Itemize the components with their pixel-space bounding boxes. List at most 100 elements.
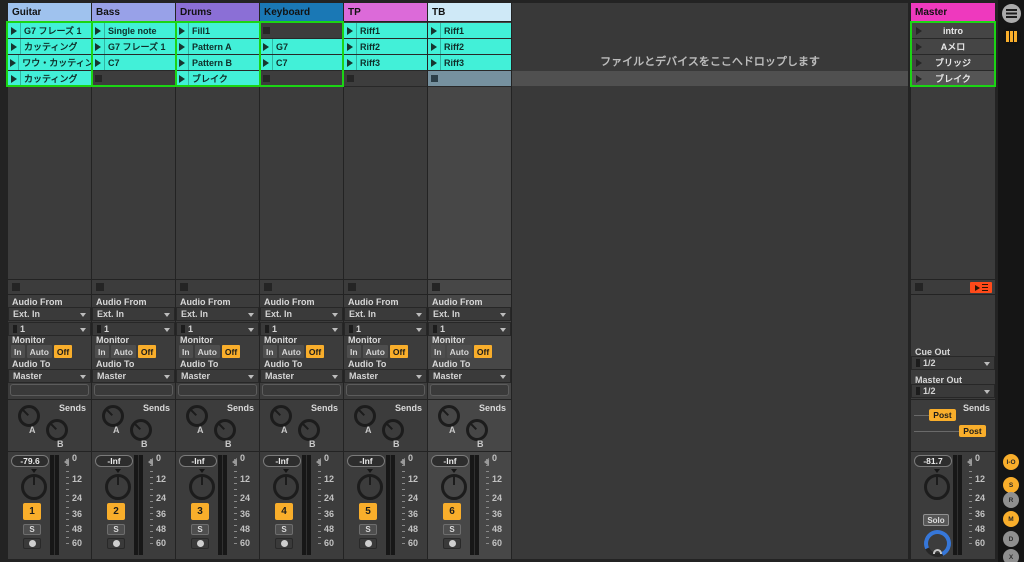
clip-play-button[interactable]: [92, 39, 105, 54]
track-header[interactable]: TP: [344, 3, 427, 22]
stop-clips-button[interactable]: [348, 283, 356, 291]
send-b-knob[interactable]: [130, 419, 152, 441]
clip-slot[interactable]: C7: [92, 55, 175, 70]
audio-from-chooser[interactable]: Ext. In: [8, 307, 91, 321]
monitor-off-button[interactable]: Off: [390, 345, 408, 358]
monitor-auto-button[interactable]: Auto: [279, 345, 304, 358]
send-b-knob[interactable]: [382, 419, 404, 441]
pan-knob[interactable]: [21, 474, 47, 500]
input-channel-chooser[interactable]: 1: [92, 322, 175, 336]
master-solo-button[interactable]: Solo: [923, 514, 949, 526]
arm-button[interactable]: [23, 538, 41, 549]
volume-value[interactable]: -Inf: [263, 455, 301, 467]
clip-slot[interactable]: Pattern B: [176, 55, 259, 70]
clip-slot[interactable]: Riff1: [344, 23, 427, 38]
track-header[interactable]: TB: [428, 3, 511, 22]
master-track-header[interactable]: Master: [911, 3, 995, 22]
clip-slot[interactable]: C7: [260, 55, 343, 70]
monitor-in-button[interactable]: In: [347, 345, 361, 358]
solo-button[interactable]: S: [275, 524, 293, 535]
solo-button[interactable]: S: [191, 524, 209, 535]
master-volume-value[interactable]: -81.7: [914, 455, 952, 467]
track-header[interactable]: Bass: [92, 3, 175, 22]
track-activator-button[interactable]: 2: [107, 503, 125, 520]
pan-knob[interactable]: [357, 474, 383, 500]
clip-play-button[interactable]: [260, 39, 273, 54]
toggle-r-button[interactable]: R: [1003, 492, 1019, 508]
track-header[interactable]: Keyboard: [260, 3, 343, 22]
audio-to-chooser[interactable]: Master: [92, 369, 175, 383]
empty-clip-slot[interactable]: [344, 71, 427, 86]
input-channel-chooser[interactable]: 1: [344, 322, 427, 336]
send-a-knob[interactable]: [438, 405, 460, 427]
solo-button[interactable]: S: [359, 524, 377, 535]
clip-play-button[interactable]: [176, 23, 189, 38]
clip-play-button[interactable]: [92, 55, 105, 70]
monitor-off-button[interactable]: Off: [138, 345, 156, 358]
track-header[interactable]: Guitar: [8, 3, 91, 22]
clip-stop-button[interactable]: [347, 75, 354, 82]
clip-play-button[interactable]: [176, 39, 189, 54]
send-a-knob[interactable]: [186, 405, 208, 427]
clip-slot[interactable]: Single note: [92, 23, 175, 38]
monitor-auto-button[interactable]: Auto: [27, 345, 52, 358]
stop-all-clips-button[interactable]: [915, 283, 923, 291]
toggle-s-button[interactable]: S: [1003, 477, 1019, 493]
volume-value[interactable]: -79.6: [11, 455, 49, 467]
input-channel-chooser[interactable]: 1: [176, 322, 259, 336]
empty-clip-slot[interactable]: [92, 71, 175, 86]
solo-button[interactable]: S: [107, 524, 125, 535]
clip-slot[interactable]: Riff3: [428, 55, 511, 70]
send-a-knob[interactable]: [18, 405, 40, 427]
stop-clips-button[interactable]: [96, 283, 104, 291]
monitor-in-button[interactable]: In: [179, 345, 193, 358]
volume-value[interactable]: -Inf: [431, 455, 469, 467]
audio-from-chooser[interactable]: Ext. In: [260, 307, 343, 321]
solo-button[interactable]: S: [23, 524, 41, 535]
pan-knob[interactable]: [189, 474, 215, 500]
input-channel-chooser[interactable]: 1: [428, 322, 511, 336]
track-activator-button[interactable]: 5: [359, 503, 377, 520]
clip-slot[interactable]: G7: [260, 39, 343, 54]
clip-play-button[interactable]: [8, 71, 21, 86]
audio-from-chooser[interactable]: Ext. In: [92, 307, 175, 321]
clip-play-button[interactable]: [92, 23, 105, 38]
scene-slot[interactable]: ブリッジ: [911, 55, 995, 70]
empty-clip-slot[interactable]: [260, 71, 343, 86]
master-pan-knob[interactable]: [924, 474, 950, 500]
clip-stop-button[interactable]: [431, 75, 438, 82]
audio-from-chooser[interactable]: Ext. In: [428, 307, 511, 321]
clip-slot[interactable]: G7 フレーズ 1: [8, 23, 91, 38]
track-activator-button[interactable]: 4: [275, 503, 293, 520]
arm-button[interactable]: [275, 538, 293, 549]
send-b-knob[interactable]: [214, 419, 236, 441]
input-channel-chooser[interactable]: 1: [8, 322, 91, 336]
clip-stop-button[interactable]: [95, 75, 102, 82]
audio-to-chooser[interactable]: Master: [8, 369, 91, 383]
monitor-in-button[interactable]: In: [431, 345, 445, 358]
monitor-auto-button[interactable]: Auto: [111, 345, 136, 358]
monitor-off-button[interactable]: Off: [474, 345, 492, 358]
clip-stop-button[interactable]: [263, 27, 270, 34]
audio-from-chooser[interactable]: Ext. In: [344, 307, 427, 321]
send-b-knob[interactable]: [298, 419, 320, 441]
empty-clip-slot[interactable]: [260, 23, 343, 38]
track-activator-button[interactable]: 1: [23, 503, 41, 520]
clip-play-button[interactable]: [344, 55, 357, 70]
session-view-button[interactable]: [1002, 27, 1021, 46]
clip-slot[interactable]: ブレイク: [176, 71, 259, 86]
arrangement-view-button[interactable]: [1002, 4, 1021, 23]
back-to-arrangement-button[interactable]: [970, 282, 992, 293]
monitor-in-button[interactable]: In: [263, 345, 277, 358]
clip-slot[interactable]: Riff2: [344, 39, 427, 54]
arm-button[interactable]: [107, 538, 125, 549]
track-activator-button[interactable]: 3: [191, 503, 209, 520]
send-b-knob[interactable]: [466, 419, 488, 441]
arm-button[interactable]: [359, 538, 377, 549]
cue-out-chooser[interactable]: 1/2: [911, 356, 995, 370]
clip-slot[interactable]: カッティング: [8, 39, 91, 54]
clip-play-button[interactable]: [8, 39, 21, 54]
clip-slot[interactable]: G7 フレーズ 1: [92, 39, 175, 54]
stop-clips-button[interactable]: [180, 283, 188, 291]
pan-knob[interactable]: [273, 474, 299, 500]
